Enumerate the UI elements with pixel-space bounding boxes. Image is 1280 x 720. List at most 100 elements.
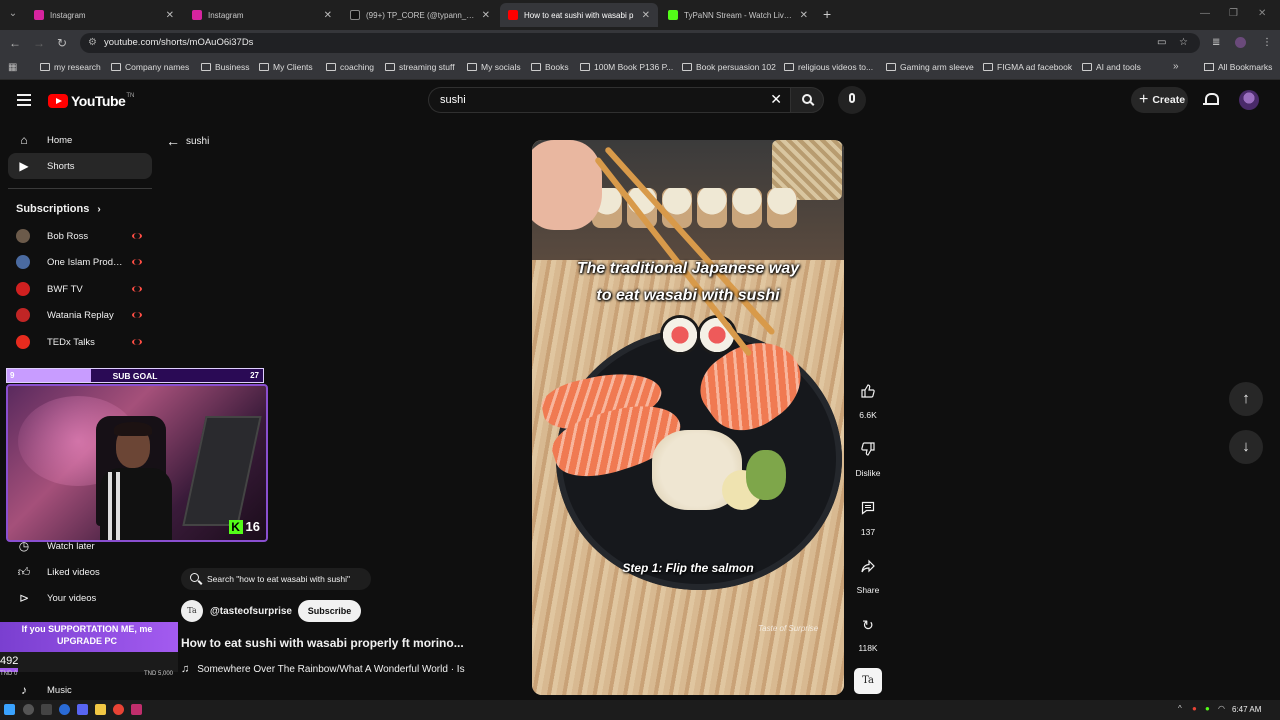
back-to-search[interactable]: ← sushi: [166, 133, 209, 149]
subscribe-button[interactable]: Subscribe: [298, 600, 361, 622]
clear-search-icon[interactable]: ✕: [770, 91, 782, 108]
close-tab-icon[interactable]: ✕: [800, 10, 808, 21]
file-explorer-icon[interactable]: [95, 704, 106, 715]
channel-name: Bob Ross: [47, 230, 89, 242]
channel-handle[interactable]: @tasteofsurprise: [210, 606, 292, 617]
tab-tiktok[interactable]: (99+) TP_CORE (@typann_core) ✕: [342, 3, 498, 27]
tab-kick-stream[interactable]: TyPaNN Stream - Watch Live o ✕: [660, 3, 816, 27]
folder-icon: [886, 63, 896, 71]
subscription-item[interactable]: Bob Ross: [16, 226, 142, 246]
short-title[interactable]: How to eat sushi with wasabi properly ft…: [181, 636, 464, 650]
maximize-icon[interactable]: ❐: [1229, 8, 1238, 19]
sidebar-item-home[interactable]: ⌂ Home: [8, 127, 152, 153]
comments-button[interactable]: 137: [852, 494, 884, 537]
back-arrow-app-icon[interactable]: [41, 704, 52, 715]
like-button[interactable]: 6.6K: [852, 377, 884, 420]
bookmark-folder[interactable]: religious videos to...: [784, 62, 873, 72]
all-bookmarks[interactable]: All Bookmarks: [1204, 62, 1272, 72]
bookmark-folder[interactable]: FIGMA ad facebook: [983, 62, 1072, 72]
address-bar[interactable]: ⚙ youtube.com/shorts/mOAuO6i37Ds ▭ ☆: [80, 33, 1200, 53]
subscriptions-heading[interactable]: Subscriptions ›: [16, 203, 101, 215]
bookmark-folder[interactable]: AI and tools: [1082, 62, 1141, 72]
bookmark-star-icon[interactable]: ☆: [1179, 37, 1188, 48]
sound-source-thumbnail[interactable]: Ta: [854, 668, 882, 694]
create-button[interactable]: + Create: [1131, 87, 1188, 113]
close-tab-icon[interactable]: ✕: [482, 10, 490, 21]
minimize-icon[interactable]: —: [1200, 8, 1210, 19]
app-icon[interactable]: [59, 704, 70, 715]
close-window-icon[interactable]: ✕: [1258, 8, 1266, 19]
extensions-icon[interactable]: ≣: [1212, 37, 1220, 48]
bookmark-folder[interactable]: Gaming arm sleeve: [886, 62, 974, 72]
wifi-icon[interactable]: ◠: [1218, 704, 1225, 713]
dislike-button[interactable]: Dislike: [852, 435, 884, 478]
tab-instagram-1[interactable]: Instagram ✕: [26, 3, 182, 27]
tray-app-icon[interactable]: ●: [1205, 704, 1210, 713]
search-query[interactable]: sushi: [440, 94, 466, 106]
bookmark-label: my research: [54, 62, 101, 72]
suggested-search-chip[interactable]: Search "how to eat wasabi with sushi": [181, 568, 371, 590]
bookmark-folder[interactable]: coaching: [326, 62, 374, 72]
share-label: Share: [856, 585, 880, 595]
discord-icon[interactable]: [77, 704, 88, 715]
next-short-button[interactable]: ↓: [1229, 430, 1263, 464]
tray-chevron-icon[interactable]: ^: [1178, 704, 1182, 713]
browser-menu-icon[interactable]: ⋮: [1262, 37, 1272, 48]
youtube-logo[interactable]: YouTube TN: [48, 93, 134, 109]
install-app-icon[interactable]: ▭: [1157, 37, 1166, 48]
app-icon[interactable]: [131, 704, 142, 715]
bookmark-folder[interactable]: my research: [40, 62, 101, 72]
tab-instagram-2[interactable]: Instagram ✕: [184, 3, 340, 27]
bookmark-label: AI and tools: [1096, 62, 1141, 72]
suggested-search-text: Search "how to eat wasabi with sushi": [207, 574, 351, 584]
shorts-video-player[interactable]: The traditional Japanese way to eat wasa…: [532, 140, 844, 695]
url-text[interactable]: youtube.com/shorts/mOAuO6i37Ds: [104, 37, 253, 48]
search-button[interactable]: [790, 87, 824, 113]
sidebar-item-liked-videos[interactable]: 👍︎ Liked videos: [8, 559, 152, 585]
search-input[interactable]: sushi ✕: [428, 87, 790, 113]
bookmark-label: Gaming arm sleeve: [900, 62, 974, 72]
channel-avatar[interactable]: Ta: [181, 600, 203, 622]
previous-short-button[interactable]: ↑: [1229, 382, 1263, 416]
bookmark-folder[interactable]: My Clients: [259, 62, 313, 72]
new-tab-button[interactable]: +: [823, 6, 831, 22]
bookmark-folder[interactable]: Company names: [111, 62, 189, 72]
windows-start-icon[interactable]: [4, 704, 15, 715]
tab-search-menu[interactable]: ⌄: [6, 7, 20, 21]
close-tab-icon[interactable]: ✕: [642, 10, 650, 21]
music-title: Somewhere Over The Rainbow/What A Wonder…: [197, 663, 465, 675]
bookmark-folder[interactable]: streaming stuff: [385, 62, 455, 72]
bookmark-folder[interactable]: My socials: [467, 62, 521, 72]
music-attribution[interactable]: ♫ Somewhere Over The Rainbow/What A Wond…: [181, 663, 465, 675]
apps-grid-icon[interactable]: ▦: [8, 62, 17, 73]
sidebar-item-shorts[interactable]: ▶ Shorts: [8, 153, 152, 179]
bookmark-folder[interactable]: Business: [201, 62, 250, 72]
notifications-bell-icon[interactable]: [1203, 92, 1219, 106]
tab-youtube-short[interactable]: How to eat sushi with wasabi p ✕: [500, 3, 658, 27]
more-bookmarks-icon[interactable]: »: [1173, 61, 1179, 72]
subscription-item[interactable]: BWF TV: [16, 279, 142, 299]
account-avatar[interactable]: [1239, 90, 1259, 110]
chrome-icon[interactable]: [113, 704, 124, 715]
subscription-item[interactable]: One Islam Produ...: [16, 252, 142, 272]
bookmark-folder[interactable]: Book persuasion 102: [682, 62, 776, 72]
share-button[interactable]: Share: [852, 552, 884, 595]
voice-search-button[interactable]: [838, 86, 866, 114]
reload-icon[interactable]: ↻: [57, 36, 67, 50]
close-tab-icon[interactable]: ✕: [166, 10, 174, 21]
menu-icon[interactable]: [17, 94, 31, 106]
remix-button[interactable]: ↻ 118K: [852, 610, 884, 653]
profile-icon[interactable]: [1235, 37, 1246, 48]
tray-app-icon[interactable]: ●: [1192, 704, 1197, 713]
subscription-item[interactable]: TEDx Talks: [16, 332, 142, 352]
bookmark-folder[interactable]: Books: [531, 62, 569, 72]
settings-gear-icon[interactable]: [23, 704, 34, 715]
bookmark-folder[interactable]: 100M Book P136 P...: [580, 62, 673, 72]
forward-icon[interactable]: →: [33, 36, 45, 50]
subscription-item[interactable]: Watania Replay: [16, 305, 142, 325]
system-clock[interactable]: 6:47 AM: [1232, 705, 1261, 714]
back-icon[interactable]: ←: [9, 36, 21, 50]
site-info-icon[interactable]: ⚙: [88, 37, 97, 48]
close-tab-icon[interactable]: ✕: [324, 10, 332, 21]
sidebar-item-your-videos[interactable]: ⊳ Your videos: [8, 585, 152, 611]
